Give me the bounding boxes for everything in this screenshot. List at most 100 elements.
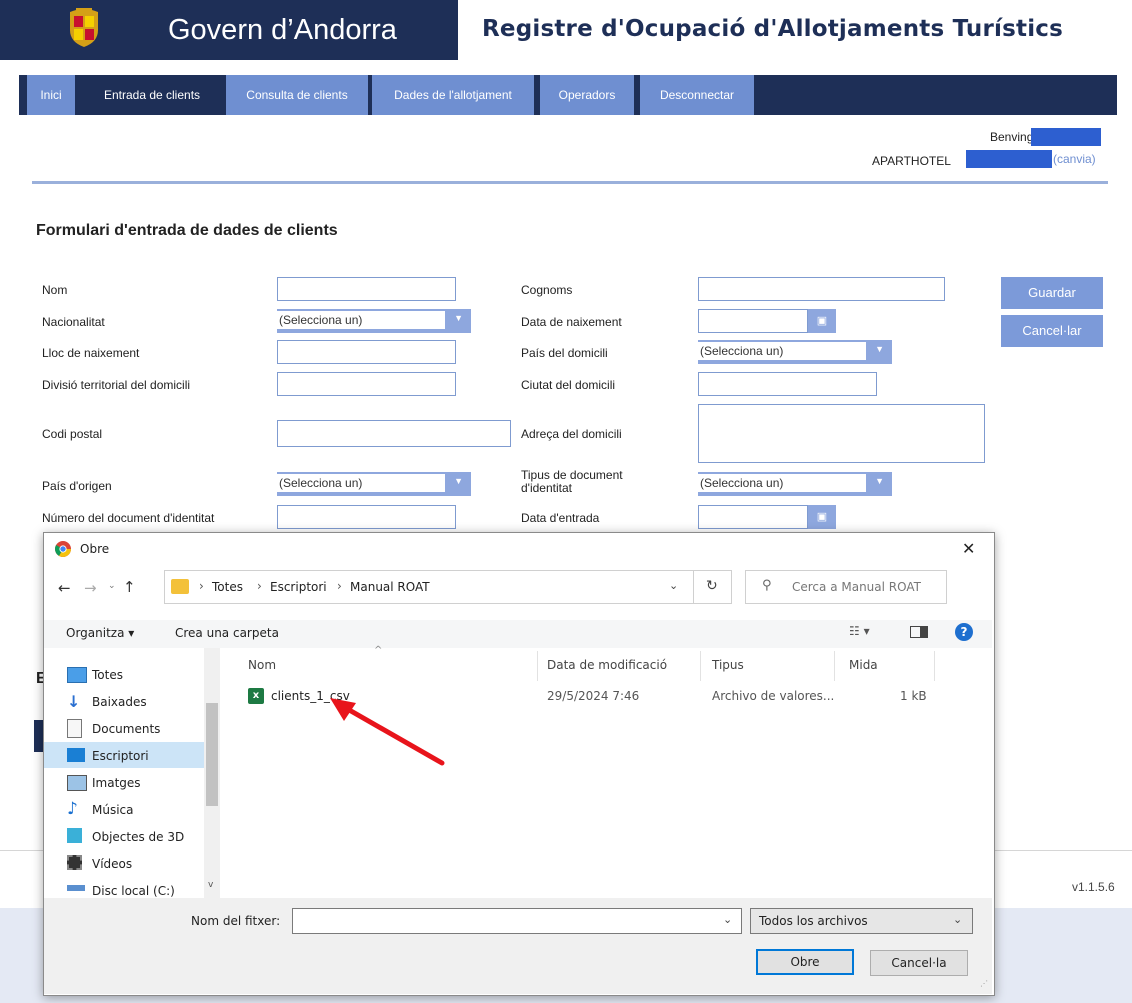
nav-item-label: Objectes de 3D: [92, 830, 185, 844]
nav-scrollbar-thumb[interactable]: [206, 703, 218, 806]
label-nom: Nom: [42, 283, 68, 297]
nav-item-label: Disc local (C:): [92, 884, 175, 897]
nav-item-imatges[interactable]: Imatges: [44, 769, 204, 795]
computer-icon: [67, 667, 87, 683]
nav-consulta-clients[interactable]: Consulta de clients: [226, 75, 368, 115]
filename-input[interactable]: ⌄: [292, 908, 742, 934]
nav-item-label: Totes: [92, 668, 123, 682]
nacionalitat-select[interactable]: (Selecciona un) ▼: [277, 309, 471, 333]
column-separator[interactable]: [537, 651, 538, 681]
chevron-down-icon[interactable]: ⌄: [669, 579, 678, 592]
calendar-icon[interactable]: ▣: [808, 309, 836, 333]
resize-grip-icon[interactable]: ⋰: [980, 979, 988, 988]
nav-item-musica[interactable]: ♪ Música: [44, 796, 204, 822]
refresh-icon: ↻: [706, 578, 718, 594]
column-header-size[interactable]: Mida: [849, 658, 878, 672]
filename-label: Nom del fitxer:: [191, 914, 281, 928]
chevron-down-icon: ▼: [875, 476, 884, 486]
nav-item-totes[interactable]: Totes: [44, 661, 204, 687]
desktop-icon: [67, 748, 85, 762]
calendar-icon[interactable]: ▣: [808, 505, 836, 529]
column-header-date[interactable]: Data de modificació: [547, 658, 667, 672]
image-icon: [67, 775, 87, 791]
codi-postal-input[interactable]: [277, 420, 511, 447]
refresh-button[interactable]: ↻: [694, 570, 732, 604]
scroll-down-icon[interactable]: v: [208, 880, 213, 890]
open-button[interactable]: Obre: [756, 949, 854, 975]
breadcrumb-item[interactable]: Totes: [212, 580, 243, 594]
nav-item-label: Escriptori: [92, 749, 149, 763]
back-arrow-icon[interactable]: ←: [58, 579, 71, 597]
gov-name: Govern d’Andorra: [168, 14, 397, 46]
breadcrumb-separator-icon: ›: [337, 579, 342, 593]
forward-arrow-icon[interactable]: →: [84, 579, 97, 597]
nav-item-objectes-3d[interactable]: Objectes de 3D: [44, 823, 204, 849]
label-ciutat-domicili: Ciutat del domicili: [521, 378, 616, 392]
tipus-document-select[interactable]: (Selecciona un) ▼: [698, 472, 892, 496]
column-separator[interactable]: [934, 651, 935, 681]
nav-item-disc-local[interactable]: Disc local (C:): [44, 877, 204, 897]
close-icon[interactable]: ✕: [962, 539, 975, 558]
address-bar[interactable]: › Totes › Escriptori › Manual ROAT ⌄: [164, 570, 694, 604]
nom-input[interactable]: [277, 277, 456, 301]
column-separator[interactable]: [834, 651, 835, 681]
preview-pane-icon[interactable]: [910, 626, 928, 638]
pais-domicili-select[interactable]: (Selecciona un) ▼: [698, 340, 892, 364]
label-codi-postal: Codi postal: [42, 427, 103, 441]
lloc-naixement-input[interactable]: [277, 340, 456, 364]
chevron-down-icon[interactable]: ⌄: [723, 913, 732, 926]
breadcrumb-item[interactable]: Manual ROAT: [350, 580, 430, 594]
label-lloc-naixement: Lloc de naixement: [42, 346, 140, 360]
save-button[interactable]: Guardar: [1001, 277, 1103, 309]
ciutat-domicili-input[interactable]: [698, 372, 877, 396]
nav-item-baixades[interactable]: ↓ Baixades: [44, 688, 204, 714]
label-pais-origen: País d'origen: [42, 479, 112, 493]
file-size: 1 kB: [900, 689, 927, 703]
nav-item-label: Documents: [92, 722, 161, 736]
nav-operadors[interactable]: Operadors: [540, 75, 634, 115]
dialog-cancel-button[interactable]: Cancel·la: [870, 950, 968, 976]
help-icon[interactable]: ?: [955, 623, 973, 641]
nav-item-label: Imatges: [92, 776, 141, 790]
data-naixement-input[interactable]: [698, 309, 808, 333]
pais-origen-select-value: (Selecciona un): [277, 474, 445, 492]
file-type-filter-select[interactable]: Todos los archivos ⌄: [750, 908, 973, 934]
pais-origen-select[interactable]: (Selecciona un) ▼: [277, 472, 471, 496]
cognoms-input[interactable]: [698, 277, 945, 301]
label-num-document: Número del document d'identitat: [42, 511, 215, 525]
cancel-button[interactable]: Cancel·lar: [1001, 315, 1103, 347]
nav-item-videos[interactable]: Vídeos: [44, 850, 204, 876]
recent-locations-icon[interactable]: ⌄: [108, 581, 116, 591]
label-cognoms: Cognoms: [521, 283, 573, 297]
preview-pane-icon-fill: [920, 627, 927, 637]
nav-item-documents[interactable]: Documents: [44, 715, 204, 741]
music-note-icon: ♪: [67, 799, 78, 819]
nav-entrada-clients[interactable]: Entrada de clients: [85, 75, 219, 115]
column-header-name[interactable]: Nom: [248, 658, 276, 672]
folder-icon: [171, 579, 189, 594]
up-arrow-icon[interactable]: ↑: [123, 578, 136, 596]
pais-domicili-select-value: (Selecciona un): [698, 342, 866, 360]
column-header-type[interactable]: Tipus: [712, 658, 744, 672]
view-options-icon[interactable]: ☷ ▾: [849, 624, 870, 638]
nav-inici[interactable]: Inici: [27, 75, 75, 115]
nav-item-label: Música: [92, 803, 134, 817]
data-entrada-input[interactable]: [698, 505, 808, 529]
num-document-input[interactable]: [277, 505, 456, 529]
label-divisio-territorial: Divisió territorial del domicili: [42, 378, 191, 392]
nav-dades-allotjament[interactable]: Dades de l'allotjament: [372, 75, 534, 115]
change-hotel-link[interactable]: (canvia): [1053, 152, 1096, 166]
app-title: Registre d'Ocupació d'Allotjaments Turís…: [482, 16, 1064, 42]
search-input[interactable]: ⚲ Cerca a Manual ROAT: [745, 570, 947, 604]
adreca-domicili-textarea[interactable]: [698, 404, 985, 463]
breadcrumb-item[interactable]: Escriptori: [270, 580, 327, 594]
redacted-hotel-name: [966, 150, 1052, 168]
nav-item-escriptori[interactable]: Escriptori: [44, 742, 204, 768]
file-modified: 29/5/2024 7:46: [547, 689, 640, 703]
organize-menu[interactable]: Organitza ▾: [66, 626, 134, 640]
new-folder-button[interactable]: Crea una carpeta: [175, 626, 279, 640]
label-pais-domicili: País del domicili: [521, 346, 608, 360]
column-separator[interactable]: [700, 651, 701, 681]
divisio-territorial-input[interactable]: [277, 372, 456, 396]
nav-desconnectar[interactable]: Desconnectar: [640, 75, 754, 115]
